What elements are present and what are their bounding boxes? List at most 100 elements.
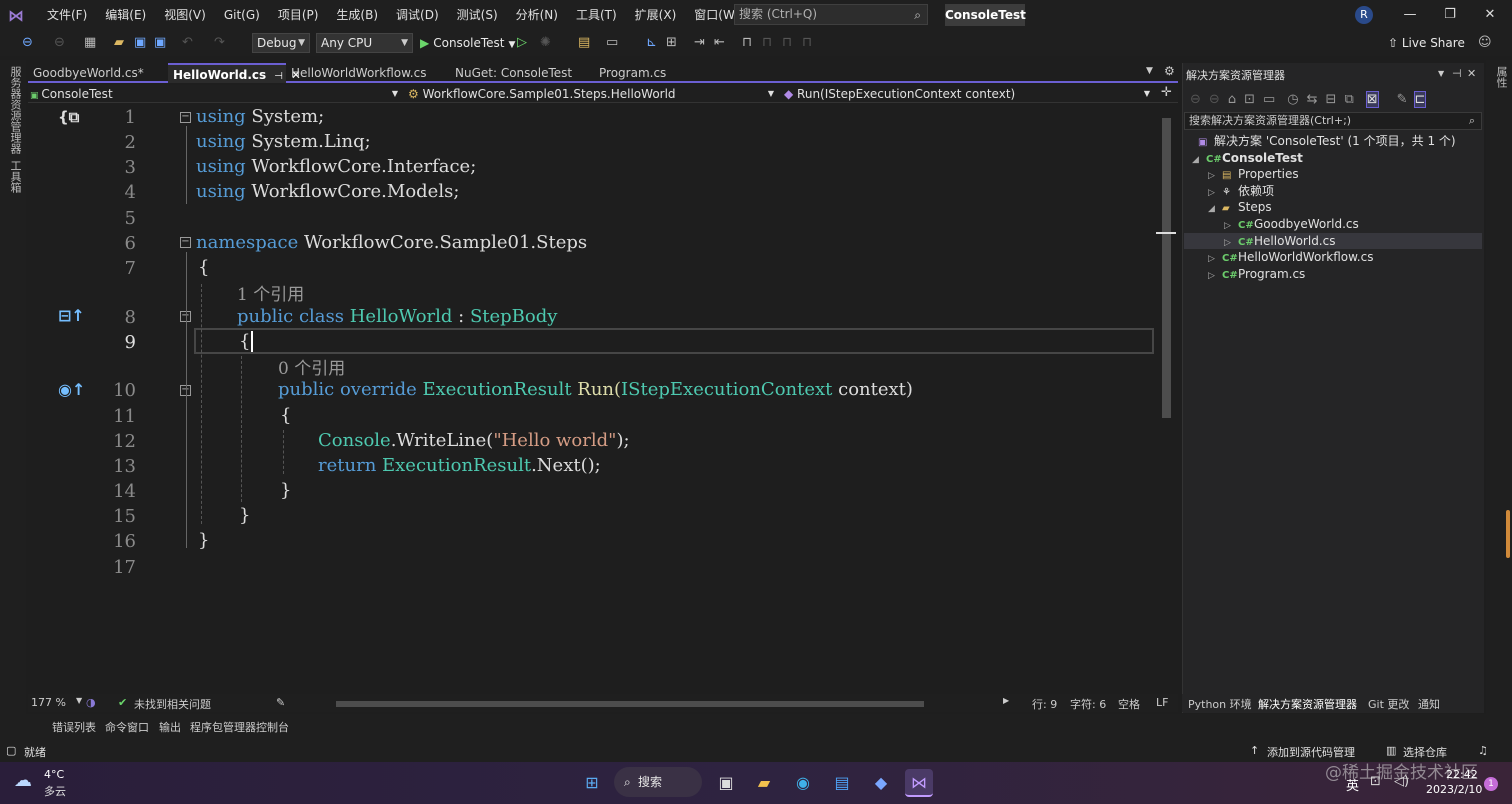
properties-tab[interactable]: 属性: [1493, 66, 1509, 88]
menu-tools[interactable]: 工具(T): [567, 0, 626, 30]
feedback-icon[interactable]: ☺: [1478, 34, 1492, 52]
close-button[interactable]: ✕: [1470, 4, 1510, 26]
scrollbar-thumb[interactable]: [1162, 118, 1171, 418]
weather-temperature[interactable]: 4°C: [44, 768, 64, 781]
edge-browser-icon[interactable]: ◉: [789, 769, 817, 797]
back-icon[interactable]: ⊖: [1190, 92, 1201, 107]
chevron-down-icon[interactable]: ▼: [1438, 69, 1444, 78]
hot-reload-icon[interactable]: ✺: [540, 34, 551, 52]
history-icon[interactable]: ◷: [1287, 92, 1298, 107]
live-share-button[interactable]: ⇧ Live Share: [1388, 33, 1465, 53]
tree-item-project[interactable]: ◢ C#ConsoleTest: [1192, 150, 1303, 166]
sync-icon[interactable]: ⇆: [1307, 92, 1318, 107]
back-icon[interactable]: ⊖: [22, 34, 33, 52]
horizontal-scrollbar-thumb[interactable]: [336, 701, 924, 707]
tab-package-manager-console[interactable]: 程序包管理器控制台: [190, 719, 289, 735]
codelens-references[interactable]: 1 个引用: [237, 280, 304, 305]
collapsed-icon[interactable]: ▷: [1208, 168, 1222, 184]
collapsed-icon[interactable]: ▷: [1224, 218, 1238, 234]
solution-search-input[interactable]: 搜索解决方案资源管理器(Ctrl+;) ⌕: [1184, 112, 1482, 130]
weather-description[interactable]: 多云: [44, 783, 66, 799]
input-language[interactable]: 英: [1346, 775, 1359, 794]
zoom-level[interactable]: 177 %: [31, 696, 66, 709]
tree-item-solution[interactable]: ▣ 解决方案 'ConsoleTest' (1 个项目，共 1 个): [1198, 133, 1456, 149]
configuration-select[interactable]: Debug ▼: [252, 33, 310, 53]
platform-select[interactable]: Any CPU ▼: [316, 33, 413, 53]
collapse-all-icon[interactable]: ⊟: [1326, 92, 1337, 107]
menu-edit[interactable]: 编辑(E): [96, 0, 155, 30]
minimize-button[interactable]: —: [1390, 4, 1430, 26]
expanded-icon[interactable]: ◢: [1192, 152, 1206, 168]
menu-test[interactable]: 测试(S): [448, 0, 507, 30]
step-icon[interactable]: ⊾: [646, 34, 657, 52]
save-icon[interactable]: ▣: [134, 34, 146, 52]
chevron-down-icon[interactable]: ▼: [76, 696, 82, 705]
preview-icon[interactable]: ⊏: [1413, 90, 1427, 108]
pending-changes-icon[interactable]: ▭: [1263, 92, 1275, 107]
pin-icon[interactable]: ⊣: [274, 71, 283, 82]
menu-file[interactable]: 文件(F): [38, 0, 96, 30]
show-all-files-icon[interactable]: ⊠: [1365, 90, 1379, 108]
volume-icon[interactable]: ◁): [1394, 774, 1409, 789]
global-search-input[interactable]: 搜索 (Ctrl+Q) ⌕: [734, 4, 928, 25]
menu-git[interactable]: Git(G): [215, 0, 269, 30]
split-editor-icon[interactable]: ✛: [1161, 85, 1172, 100]
tab-python-environments[interactable]: Python 环境: [1188, 696, 1252, 712]
indent-icon[interactable]: ⇥: [694, 34, 705, 52]
type-dropdown[interactable]: ⚙ WorkflowCore.Sample01.Steps.HelloWorld…: [408, 85, 778, 103]
output-icon[interactable]: ▢: [6, 744, 16, 757]
server-explorer-tab[interactable]: 服务器资源管理器: [7, 66, 23, 154]
code-editor[interactable]: {⧉ ⊟↑ ◉↑ 1 2 3 4 5 6 7 8 9 10 11 12 13 1…: [28, 104, 1158, 694]
brush-icon[interactable]: ✎: [276, 696, 285, 709]
tab-command-window[interactable]: 命令窗口: [105, 719, 149, 735]
implements-icon[interactable]: ⊟↑: [58, 306, 85, 325]
outline-icon[interactable]: ⊞: [666, 34, 677, 52]
new-project-icon[interactable]: ▦: [84, 34, 96, 52]
scroll-right-icon[interactable]: ▶: [1003, 696, 1009, 705]
taskbar-search[interactable]: ⌕ 搜索: [614, 767, 702, 797]
intellicode-icon[interactable]: ◑: [86, 696, 96, 709]
tab-git-changes[interactable]: Git 更改: [1368, 696, 1409, 712]
comment-icon[interactable]: ⇤: [714, 34, 725, 52]
tab-helloworldworkflow[interactable]: HelloWorldWorkflow.cs: [286, 63, 450, 83]
microsoft-store-icon[interactable]: ▤: [828, 769, 856, 797]
layout-icon[interactable]: ▭: [606, 34, 618, 52]
notification-badge[interactable]: 1: [1484, 777, 1498, 791]
collapsed-icon[interactable]: ▷: [1208, 251, 1222, 267]
clock-time[interactable]: 22:42: [1446, 768, 1478, 781]
next-bookmark-icon[interactable]: ⊓: [782, 34, 792, 52]
switch-views-icon[interactable]: ⊡: [1244, 92, 1255, 107]
collapse-toggle[interactable]: −: [180, 237, 191, 248]
visual-studio-app-icon[interactable]: ⋈: [905, 769, 933, 797]
menu-debug[interactable]: 调试(D): [387, 0, 448, 30]
line-indicator[interactable]: 行: 9: [1032, 696, 1057, 712]
expanded-icon[interactable]: ◢: [1208, 201, 1222, 217]
restore-button[interactable]: ❐: [1430, 4, 1470, 26]
clock-date[interactable]: 2023/2/10: [1426, 783, 1482, 796]
start-without-debugging-icon[interactable]: ▷: [517, 34, 527, 52]
properties-wrench-icon[interactable]: ✎: [1397, 92, 1408, 107]
home-icon[interactable]: ⌂: [1228, 92, 1236, 107]
avatar[interactable]: R: [1355, 6, 1373, 24]
game-app-icon[interactable]: ◆: [867, 769, 895, 797]
save-all-icon[interactable]: ▣: [154, 34, 166, 52]
tree-item-program[interactable]: ▷ C#Program.cs: [1208, 266, 1305, 282]
menu-build[interactable]: 生成(B): [327, 0, 387, 30]
notification-bell-icon[interactable]: ♫: [1478, 744, 1488, 757]
bookmark-icon[interactable]: ⊓: [742, 34, 752, 52]
clear-bookmark-icon[interactable]: ⊓: [802, 34, 812, 52]
settings-gear-icon[interactable]: ⚙: [1164, 64, 1175, 78]
forward-icon[interactable]: ⊖: [1209, 92, 1220, 107]
tab-notifications[interactable]: 通知: [1418, 696, 1440, 712]
menu-project[interactable]: 项目(P): [269, 0, 328, 30]
menu-extensions[interactable]: 扩展(X): [626, 0, 686, 30]
whitespace-indicator[interactable]: 空格: [1118, 696, 1140, 712]
codelens-references[interactable]: 0 个引用: [278, 354, 345, 379]
tab-list-dropdown-icon[interactable]: ▼: [1146, 66, 1153, 76]
line-ending-indicator[interactable]: LF: [1156, 696, 1168, 709]
tree-item-dependencies[interactable]: ▷ ⚘ 依赖项: [1208, 183, 1274, 199]
tab-error-list[interactable]: 错误列表: [52, 719, 96, 735]
prev-bookmark-icon[interactable]: ⊓: [762, 34, 772, 52]
override-icon[interactable]: ◉↑: [58, 380, 85, 399]
toolbox-tab[interactable]: 工具箱: [7, 160, 23, 193]
